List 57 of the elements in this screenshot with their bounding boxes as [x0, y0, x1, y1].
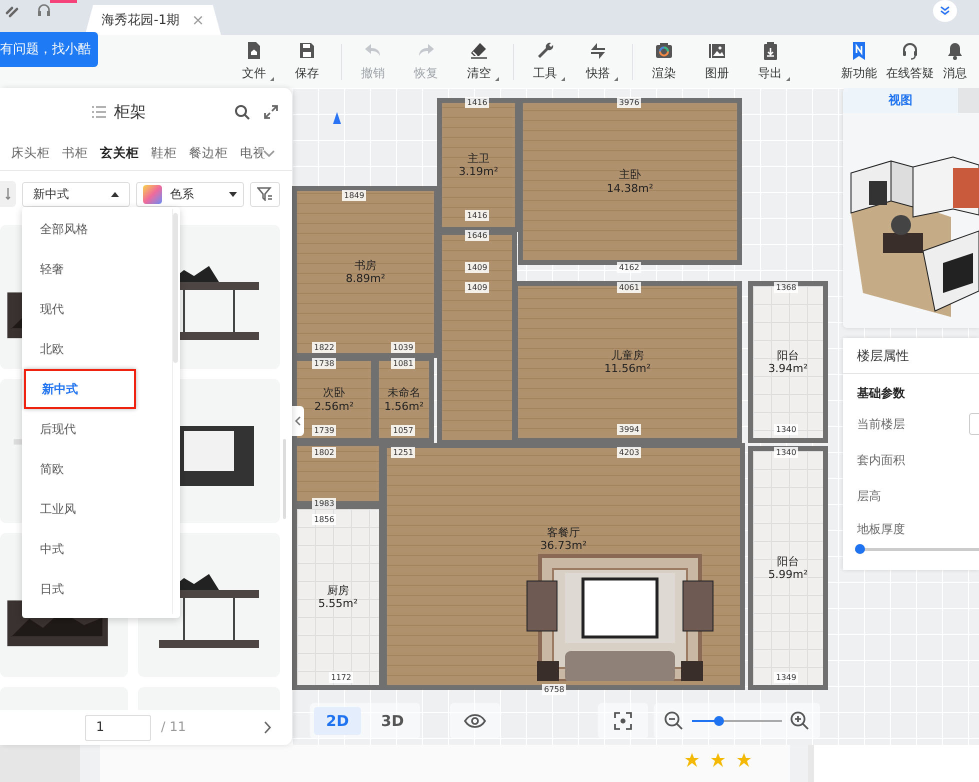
room-area: 5.55m²	[318, 597, 358, 610]
dimension-label: 1416	[465, 210, 490, 221]
dimension-label: 1172	[329, 672, 354, 683]
dimension-label: 1057	[391, 425, 416, 436]
room-area: 3.94m²	[768, 362, 808, 376]
dimension-label: 1738	[312, 358, 336, 369]
room-area: 2.56m²	[314, 400, 354, 413]
dimension-label: 1039	[391, 342, 416, 353]
dimension-label: 1822	[312, 342, 336, 353]
room-area: 11.56m²	[604, 362, 651, 376]
room-name: 阳台	[777, 348, 799, 362]
room-area: 14.38m²	[606, 182, 654, 195]
dimension-label: 1802	[312, 447, 336, 458]
dimension-label: 1368	[774, 282, 798, 293]
tab-title: 海秀花园-1期	[102, 12, 180, 29]
help-tooltip: 有问题，找小酷	[0, 32, 98, 67]
room-area: 5.99m²	[768, 568, 808, 582]
dimension-label: 1416	[465, 97, 490, 108]
dimension-label: 1856	[312, 514, 336, 525]
room-name: 阳台	[777, 554, 799, 568]
dimension-label: 3976	[617, 97, 642, 108]
dimension-label: 1409	[465, 262, 490, 273]
dimension-label: 1349	[774, 672, 798, 683]
room-area: 3.19m²	[458, 165, 498, 178]
dimension-label: 1409	[465, 282, 490, 293]
dimension-label: 6758	[542, 684, 566, 695]
dimension-label: 3994	[617, 424, 642, 435]
panel-title: 楼层属性	[843, 338, 979, 374]
dimension-label: 1849	[342, 190, 366, 201]
room-name: 未命名	[388, 386, 420, 400]
dimension-label: 4061	[617, 282, 642, 293]
dimension-label: 4162	[617, 262, 642, 273]
dimension-label: 1251	[391, 447, 416, 458]
room-name: 客餐厅	[547, 526, 580, 540]
room-name: 主卫	[468, 152, 490, 165]
room-area: 36.73m²	[540, 539, 587, 552]
dimension-label: 1340	[774, 447, 798, 458]
page-total: / 11	[161, 720, 186, 735]
dimension-label: 1340	[774, 424, 798, 435]
room-name: 次卧	[323, 386, 345, 400]
section-title: 基础参数	[856, 385, 906, 402]
panel-title: 柜架	[114, 102, 146, 122]
room-name: 儿童房	[611, 348, 644, 362]
dimension-label: 4203	[617, 447, 642, 458]
field-label: 地板厚度	[857, 521, 905, 538]
room-area: 1.56m²	[384, 400, 424, 413]
field-label: 层高	[857, 488, 881, 504]
dimension-label: 1983	[312, 498, 336, 509]
room-area: 8.89m²	[346, 272, 386, 286]
field-label: 当前楼层	[857, 416, 905, 432]
room-name: 主卧	[619, 168, 641, 182]
dimension-label: 1739	[312, 425, 336, 436]
room-name: 书房	[354, 258, 376, 272]
dimension-label: 1081	[391, 358, 416, 369]
room-name: 厨房	[327, 584, 349, 597]
dimension-label: 1646	[465, 230, 490, 241]
field-label: 套内面积	[857, 452, 905, 468]
